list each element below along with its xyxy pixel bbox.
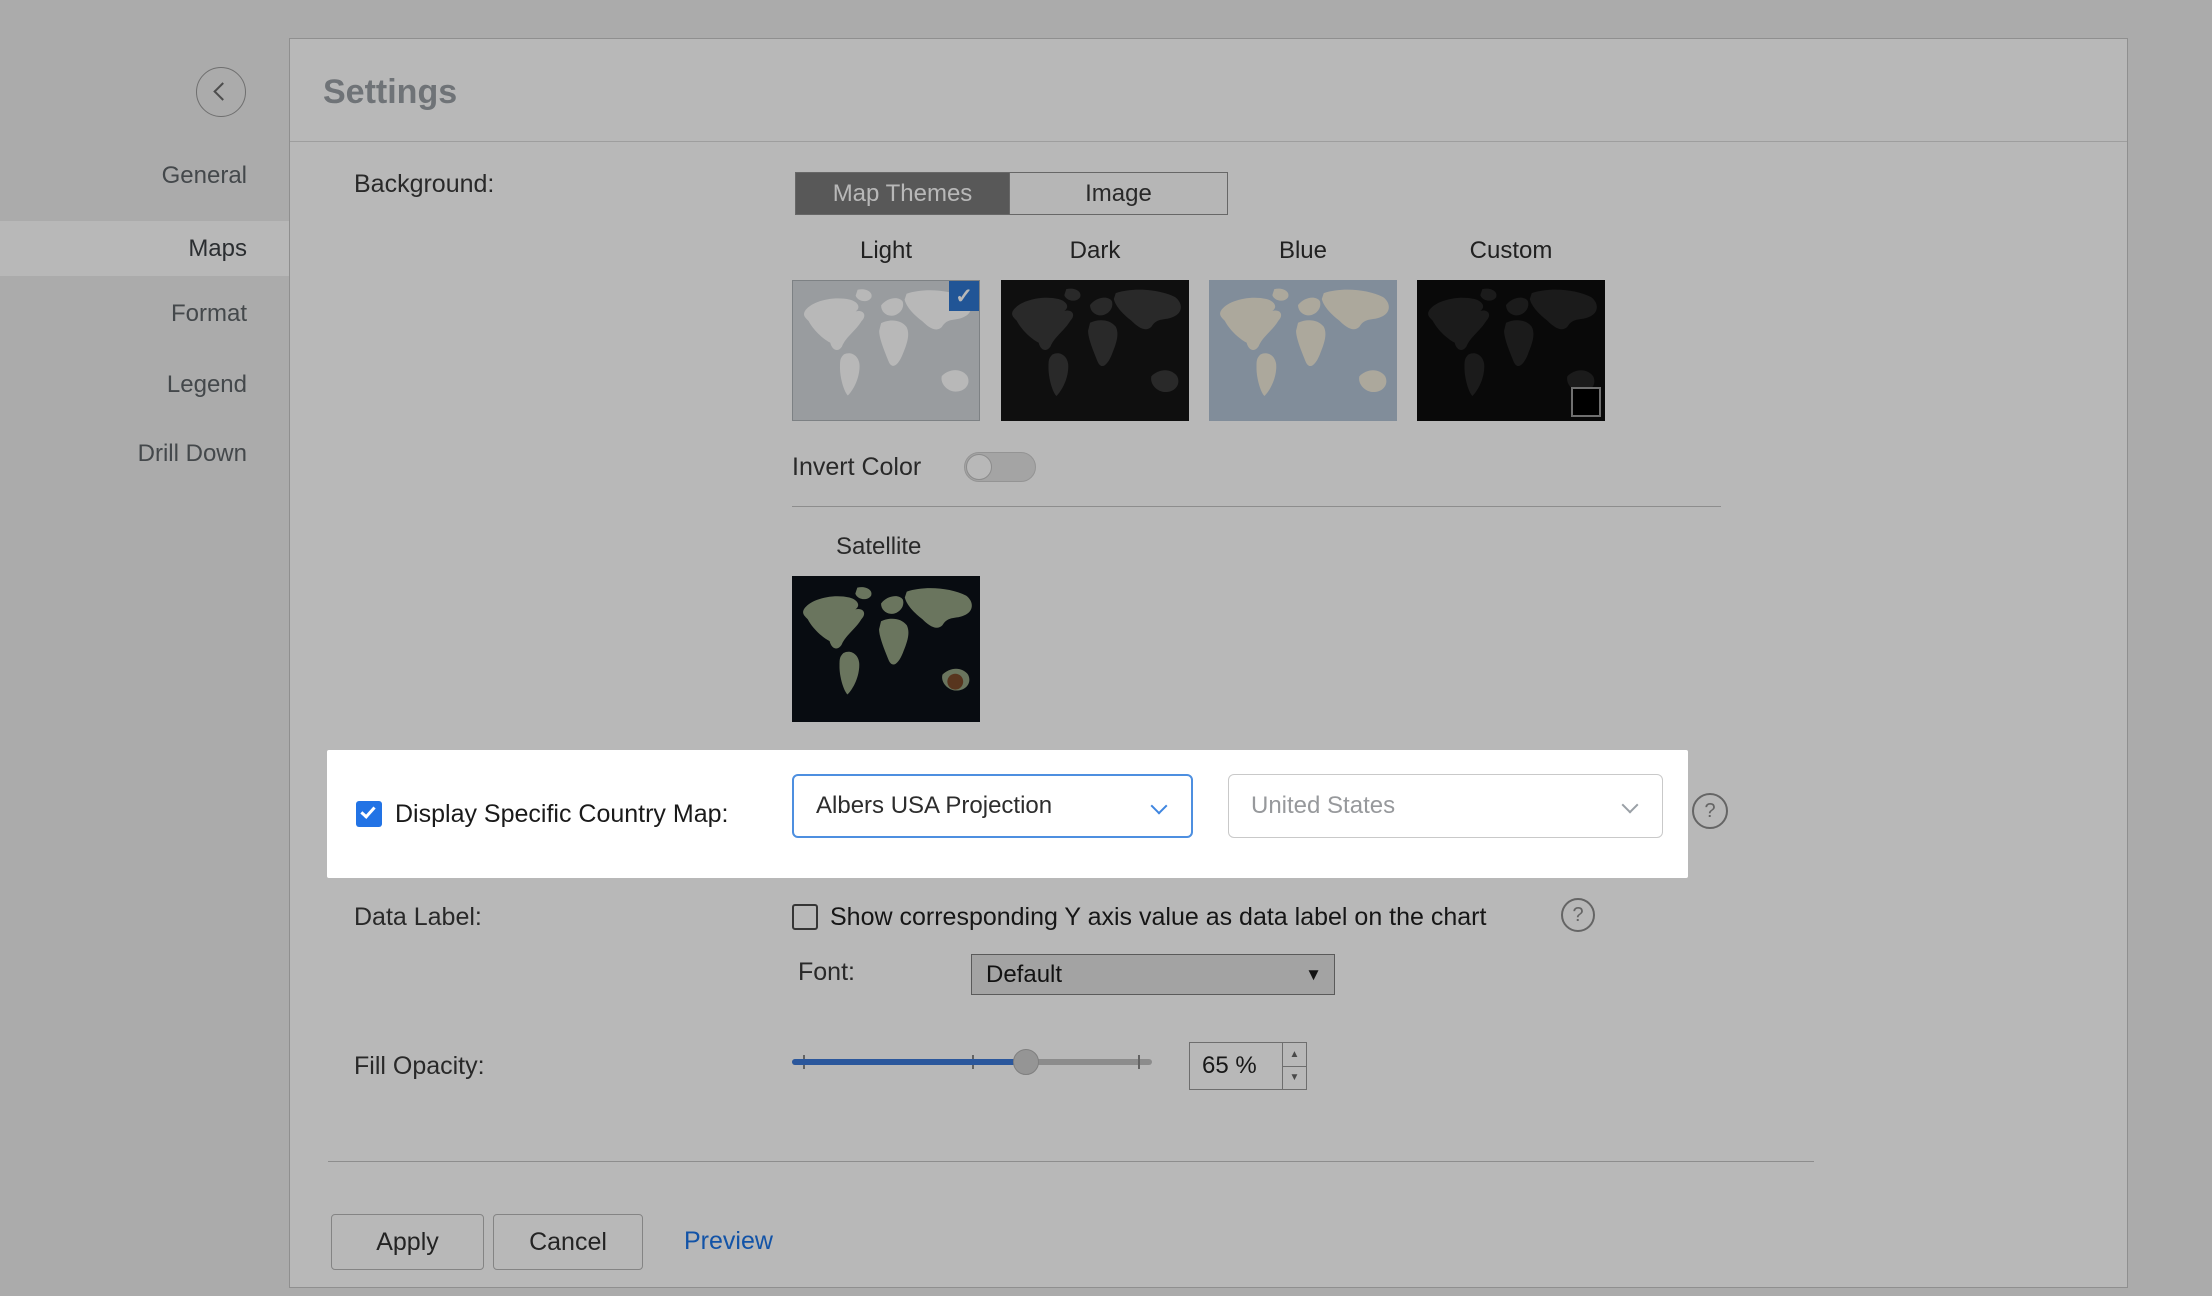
opacity-slider[interactable] [792, 1041, 1152, 1083]
background-label: Background: [354, 169, 494, 199]
cancel-button[interactable]: Cancel [493, 1214, 643, 1270]
divider [792, 506, 1721, 507]
page-title: Settings [323, 73, 457, 112]
opacity-value-box: ▲ ▼ [1189, 1042, 1307, 1090]
satellite-label: Satellite [836, 532, 921, 562]
spinner-down-icon[interactable]: ▼ [1283, 1067, 1306, 1090]
theme-thumbnail-dark[interactable] [1001, 280, 1189, 421]
theme-name-light: Light [792, 237, 980, 265]
country-map-checkbox[interactable] [356, 801, 382, 827]
theme-thumbnail-satellite[interactable] [792, 576, 980, 722]
sidebar-item-legend[interactable]: Legend [0, 371, 247, 399]
tab-map-themes[interactable]: Map Themes [796, 173, 1009, 214]
projection-dropdown[interactable]: Albers USA Projection [792, 774, 1193, 838]
projection-value: Albers USA Projection [794, 792, 1052, 820]
chevron-left-icon [213, 82, 231, 100]
custom-color-swatch[interactable] [1571, 387, 1601, 417]
tab-image[interactable]: Image [1009, 173, 1227, 214]
chevron-down-icon [1622, 797, 1639, 814]
opacity-slider-fill [792, 1059, 1026, 1065]
apply-button[interactable]: Apply [331, 1214, 484, 1270]
opacity-input[interactable] [1190, 1043, 1282, 1089]
divider [328, 1161, 1814, 1162]
invert-color-label: Invert Color [792, 452, 921, 482]
theme-name-dark: Dark [1001, 237, 1189, 265]
spinner-up-icon[interactable]: ▲ [1283, 1043, 1306, 1067]
data-label-label: Data Label: [354, 902, 482, 932]
sidebar-item-drill-down[interactable]: Drill Down [0, 440, 247, 468]
preview-link[interactable]: Preview [684, 1227, 773, 1256]
settings-panel: Settings Background: Map Themes Image Li… [289, 38, 2128, 1288]
settings-screen: General Maps Format Legend Drill Down Se… [0, 0, 2212, 1296]
background-tabs: Map Themes Image [795, 172, 1228, 215]
data-label-checkbox-label: Show corresponding Y axis value as data … [830, 902, 1486, 932]
font-label: Font: [798, 957, 855, 987]
dropdown-arrow-icon: ▼ [1305, 965, 1334, 985]
checkmark-icon [360, 803, 375, 819]
sidebar-item-format[interactable]: Format [0, 300, 247, 328]
data-label-checkbox[interactable] [792, 904, 818, 930]
theme-thumbnail-custom[interactable] [1417, 280, 1605, 421]
chevron-down-icon [1151, 798, 1168, 815]
fill-opacity-label: Fill Opacity: [354, 1051, 485, 1081]
world-map-dark [1001, 280, 1189, 421]
panel-header: Settings [290, 39, 2127, 142]
sidebar-item-general[interactable]: General [0, 162, 247, 190]
data-label-help-icon[interactable]: ? [1561, 898, 1595, 932]
opacity-slider-handle[interactable] [1013, 1049, 1039, 1075]
selected-check-icon: ✓ [949, 281, 979, 311]
theme-thumbnail-light[interactable]: ✓ [792, 280, 980, 421]
country-map-help-icon[interactable]: ? [1692, 793, 1728, 829]
theme-thumbnail-blue[interactable] [1209, 280, 1397, 421]
slider-tick [1138, 1055, 1140, 1069]
invert-color-toggle[interactable] [964, 452, 1036, 482]
world-map-blue [1209, 280, 1397, 421]
theme-name-blue: Blue [1209, 237, 1397, 265]
world-map-satellite [792, 576, 980, 722]
country-map-label: Display Specific Country Map: [395, 799, 728, 829]
font-value: Default [972, 961, 1305, 989]
country-value: United States [1229, 792, 1395, 820]
sidebar-item-maps[interactable]: Maps [0, 221, 289, 276]
toggle-knob [966, 454, 992, 480]
font-select[interactable]: Default ▼ [971, 954, 1335, 995]
country-dropdown[interactable]: United States [1228, 774, 1663, 838]
theme-name-custom: Custom [1417, 237, 1605, 265]
opacity-spinner: ▲ ▼ [1282, 1043, 1306, 1089]
back-button[interactable] [196, 67, 246, 117]
